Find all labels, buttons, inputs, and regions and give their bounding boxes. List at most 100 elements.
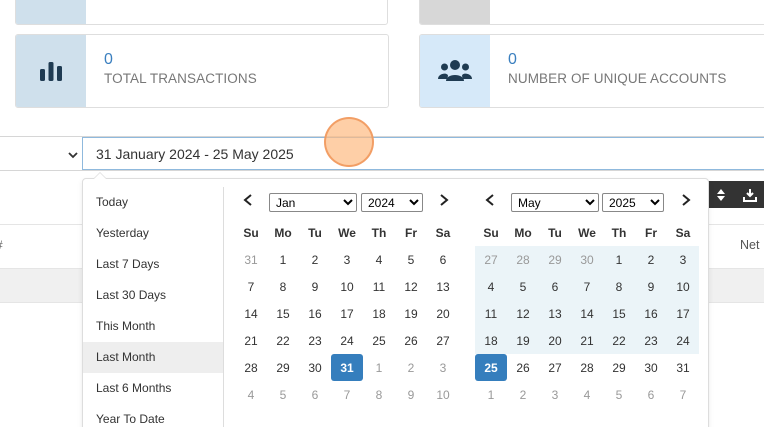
- day-cell[interactable]: 1: [267, 246, 299, 273]
- day-cell[interactable]: 9: [395, 381, 427, 408]
- day-cell[interactable]: 21: [571, 327, 603, 354]
- table-header-net[interactable]: Net: [740, 238, 759, 252]
- day-cell[interactable]: 6: [427, 246, 459, 273]
- day-cell[interactable]: 24: [667, 327, 699, 354]
- day-cell[interactable]: 4: [363, 246, 395, 273]
- day-cell[interactable]: 1: [363, 354, 395, 381]
- range-last-7-days[interactable]: Last 7 Days: [83, 249, 223, 280]
- day-cell[interactable]: 26: [507, 354, 539, 381]
- range-this-month[interactable]: This Month: [83, 311, 223, 342]
- day-cell[interactable]: 1: [603, 246, 635, 273]
- day-cell[interactable]: 4: [475, 273, 507, 300]
- day-cell[interactable]: 28: [571, 354, 603, 381]
- day-cell[interactable]: 28: [235, 354, 267, 381]
- day-cell[interactable]: 25: [475, 354, 507, 381]
- day-cell[interactable]: 7: [667, 381, 699, 408]
- day-cell[interactable]: 18: [363, 300, 395, 327]
- day-cell[interactable]: 25: [363, 327, 395, 354]
- day-cell[interactable]: 13: [427, 273, 459, 300]
- day-cell[interactable]: 16: [299, 300, 331, 327]
- day-cell[interactable]: 3: [427, 354, 459, 381]
- day-cell[interactable]: 8: [603, 273, 635, 300]
- range-last-30-days[interactable]: Last 30 Days: [83, 280, 223, 311]
- filter-select[interactable]: [0, 137, 82, 170]
- day-cell[interactable]: 4: [571, 381, 603, 408]
- day-cell[interactable]: 31: [235, 246, 267, 273]
- day-cell[interactable]: 15: [603, 300, 635, 327]
- day-cell[interactable]: 8: [267, 273, 299, 300]
- day-cell[interactable]: 23: [635, 327, 667, 354]
- right-month-select[interactable]: May: [511, 193, 599, 212]
- day-cell[interactable]: 27: [539, 354, 571, 381]
- day-cell[interactable]: 29: [603, 354, 635, 381]
- day-cell[interactable]: 21: [235, 327, 267, 354]
- day-cell[interactable]: 14: [571, 300, 603, 327]
- range-last-6-months[interactable]: Last 6 Months: [83, 373, 223, 404]
- left-year-select[interactable]: 2024: [361, 193, 423, 212]
- day-cell[interactable]: 10: [331, 273, 363, 300]
- day-cell[interactable]: 19: [395, 300, 427, 327]
- day-cell[interactable]: 31: [331, 354, 363, 381]
- day-cell[interactable]: 6: [299, 381, 331, 408]
- day-cell[interactable]: 5: [507, 273, 539, 300]
- day-cell[interactable]: 27: [427, 327, 459, 354]
- day-cell[interactable]: 26: [395, 327, 427, 354]
- day-cell[interactable]: 5: [267, 381, 299, 408]
- day-cell[interactable]: 19: [507, 327, 539, 354]
- day-cell[interactable]: 16: [635, 300, 667, 327]
- day-cell[interactable]: 23: [299, 327, 331, 354]
- day-cell[interactable]: 17: [667, 300, 699, 327]
- day-cell[interactable]: 2: [507, 381, 539, 408]
- range-yesterday[interactable]: Yesterday: [83, 218, 223, 249]
- day-cell[interactable]: 14: [235, 300, 267, 327]
- day-cell[interactable]: 20: [539, 327, 571, 354]
- day-cell[interactable]: 7: [235, 273, 267, 300]
- next-month-arrow-icon[interactable]: [681, 193, 691, 209]
- day-cell[interactable]: 7: [331, 381, 363, 408]
- day-cell[interactable]: 10: [667, 273, 699, 300]
- range-today[interactable]: Today: [83, 187, 223, 218]
- left-month-select[interactable]: Jan: [269, 193, 357, 212]
- day-cell[interactable]: 24: [331, 327, 363, 354]
- day-cell[interactable]: 3: [331, 246, 363, 273]
- day-cell[interactable]: 30: [571, 246, 603, 273]
- day-cell[interactable]: 17: [331, 300, 363, 327]
- next-month-arrow-icon[interactable]: [439, 193, 449, 209]
- day-cell[interactable]: 5: [603, 381, 635, 408]
- day-cell[interactable]: 9: [635, 273, 667, 300]
- day-cell[interactable]: 28: [507, 246, 539, 273]
- day-cell[interactable]: 8: [363, 381, 395, 408]
- sort-button[interactable]: [706, 181, 735, 208]
- day-cell[interactable]: 7: [571, 273, 603, 300]
- day-cell[interactable]: 30: [299, 354, 331, 381]
- day-cell[interactable]: 2: [299, 246, 331, 273]
- day-cell[interactable]: 9: [299, 273, 331, 300]
- day-cell[interactable]: 31: [667, 354, 699, 381]
- day-cell[interactable]: 6: [635, 381, 667, 408]
- day-cell[interactable]: 6: [539, 273, 571, 300]
- download-button[interactable]: [735, 181, 764, 208]
- prev-month-arrow-icon[interactable]: [243, 193, 253, 209]
- day-cell[interactable]: 29: [539, 246, 571, 273]
- day-cell[interactable]: 12: [395, 273, 427, 300]
- date-range-input[interactable]: 31 January 2024 - 25 May 2025: [82, 137, 764, 170]
- day-cell[interactable]: 11: [363, 273, 395, 300]
- day-cell[interactable]: 10: [427, 381, 459, 408]
- day-cell[interactable]: 2: [395, 354, 427, 381]
- day-cell[interactable]: 22: [267, 327, 299, 354]
- day-cell[interactable]: 3: [539, 381, 571, 408]
- range-year-to-date[interactable]: Year To Date: [83, 404, 223, 427]
- prev-month-arrow-icon[interactable]: [485, 193, 495, 209]
- day-cell[interactable]: 11: [475, 300, 507, 327]
- day-cell[interactable]: 29: [267, 354, 299, 381]
- day-cell[interactable]: 18: [475, 327, 507, 354]
- day-cell[interactable]: 30: [635, 354, 667, 381]
- day-cell[interactable]: 22: [603, 327, 635, 354]
- day-cell[interactable]: 13: [539, 300, 571, 327]
- day-cell[interactable]: 12: [507, 300, 539, 327]
- day-cell[interactable]: 27: [475, 246, 507, 273]
- day-cell[interactable]: 1: [475, 381, 507, 408]
- right-year-select[interactable]: 2025: [602, 193, 664, 212]
- day-cell[interactable]: 4: [235, 381, 267, 408]
- range-last-month[interactable]: Last Month: [83, 342, 223, 373]
